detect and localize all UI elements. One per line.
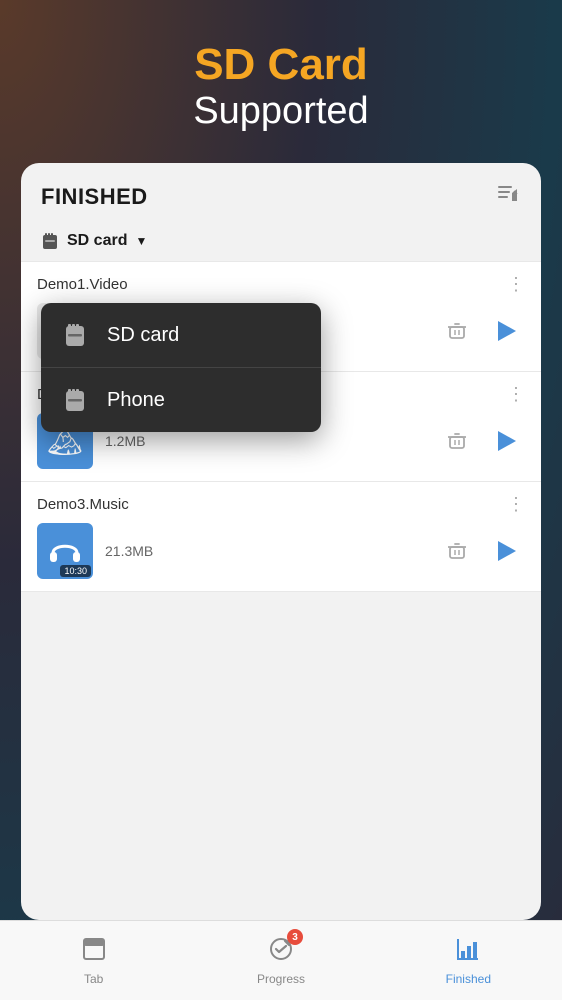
chevron-down-icon: ▼ xyxy=(135,234,147,248)
dropdown-item-sd-card[interactable]: SD card xyxy=(41,303,321,368)
sd-card-icon-selector xyxy=(41,231,61,251)
tab-label: Progress xyxy=(257,972,305,986)
more-options-button[interactable]: ⋮ xyxy=(507,274,525,295)
play-button[interactable] xyxy=(489,423,525,459)
trash-icon xyxy=(446,320,468,342)
phone-icon-dropdown xyxy=(63,386,91,414)
hero-title-line2: Supported xyxy=(193,90,368,133)
tab-item-progress[interactable]: 3 Progress xyxy=(187,927,374,994)
tab-item-finished[interactable]: Finished xyxy=(375,927,562,994)
tab-label: Finished xyxy=(446,972,491,986)
table-row: Demo3.Music ⋮ 10:30 21.3MB xyxy=(21,482,541,592)
card-header: FINISHED xyxy=(21,163,541,227)
more-options-button[interactable]: ⋮ xyxy=(507,494,525,515)
sd-icon-dropdown xyxy=(63,321,91,349)
storage-dropdown: SD card Phone xyxy=(41,303,321,432)
file-actions xyxy=(439,533,525,569)
trash-icon xyxy=(446,540,468,562)
file-item-top: Demo3.Music ⋮ xyxy=(37,494,525,515)
tab-icon-wrap xyxy=(454,935,482,968)
play-button[interactable] xyxy=(489,313,525,349)
delete-button[interactable] xyxy=(439,423,475,459)
progress-badge: 3 xyxy=(287,929,303,945)
trash-icon xyxy=(446,430,468,452)
finished-icon xyxy=(454,935,482,963)
file-size: 1.2MB xyxy=(105,433,439,449)
card-title: FINISHED xyxy=(41,184,148,210)
main-card: FINISHED SD card ▼ xyxy=(21,163,541,920)
file-name: Demo1.Video xyxy=(37,276,128,293)
file-actions xyxy=(439,423,525,459)
dropdown-phone-label: Phone xyxy=(107,389,165,412)
hero-section: SD Card Supported xyxy=(193,0,368,163)
tab-bar: Tab 3 Progress Finished xyxy=(0,920,562,1000)
file-thumbnail: 10:30 xyxy=(37,523,93,579)
play-triangle-icon xyxy=(498,321,516,341)
hero-title-line1: SD Card xyxy=(193,40,368,90)
play-triangle-icon xyxy=(498,541,516,561)
tab-icon-wrap: 3 xyxy=(267,935,295,968)
storage-selector[interactable]: SD card ▼ xyxy=(21,227,541,261)
tab-icon xyxy=(80,935,108,963)
file-size: 21.3MB xyxy=(105,543,439,559)
delete-button[interactable] xyxy=(439,313,475,349)
storage-label: SD card xyxy=(67,232,127,250)
file-actions xyxy=(439,313,525,349)
more-options-button[interactable]: ⋮ xyxy=(507,384,525,405)
tab-item-tab[interactable]: Tab xyxy=(0,927,187,994)
file-item-bottom: 10:30 21.3MB xyxy=(37,523,525,579)
delete-button[interactable] xyxy=(439,533,475,569)
tab-label: Tab xyxy=(84,972,103,986)
play-button[interactable] xyxy=(489,533,525,569)
time-badge: 10:30 xyxy=(60,565,91,577)
dropdown-item-phone[interactable]: Phone xyxy=(41,368,321,432)
tab-icon-wrap xyxy=(80,935,108,968)
play-triangle-icon xyxy=(498,431,516,451)
dropdown-sd-label: SD card xyxy=(107,324,179,347)
file-item-top: Demo1.Video ⋮ xyxy=(37,274,525,295)
file-name: Demo3.Music xyxy=(37,496,129,513)
delete-all-button[interactable] xyxy=(495,181,521,213)
delete-all-icon xyxy=(495,181,521,207)
